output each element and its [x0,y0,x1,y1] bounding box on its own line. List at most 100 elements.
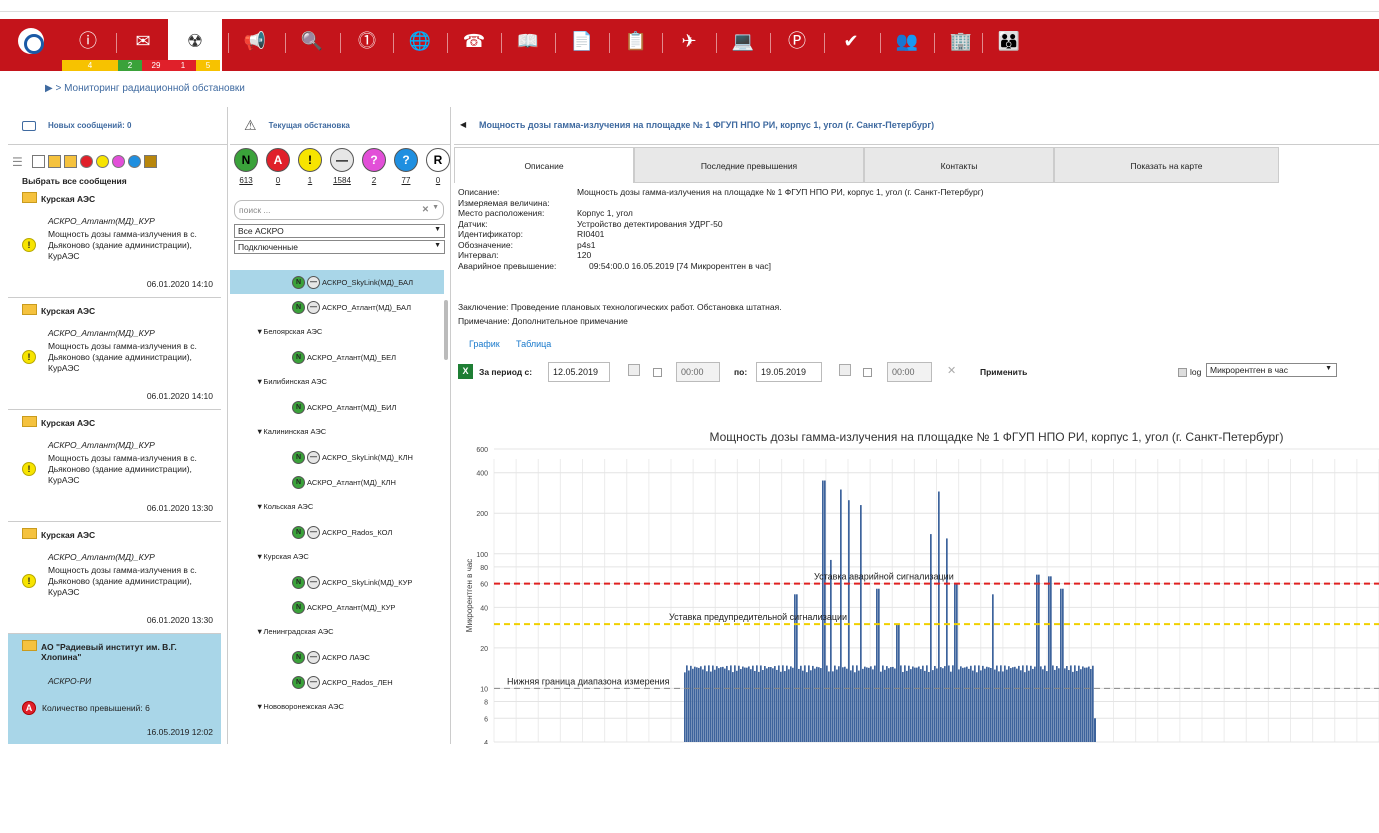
chart-search-icon[interactable]: 🔍 [298,19,326,71]
clear-period-icon[interactable]: ✕ [947,364,956,377]
graph-link[interactable]: График [469,339,500,349]
status-count[interactable]: 0 [426,176,450,185]
file-icon[interactable]: 📄 [568,19,596,71]
time-to-input[interactable]: 00:00 [887,362,932,382]
status-filter-icon[interactable]: A [266,148,290,172]
toolbar-separator [393,33,394,53]
tree-group[interactable]: ▼Курская АЭС [256,552,309,561]
askro-filter-select[interactable]: Все АСКРО ▼ [234,224,445,238]
notification-counter[interactable]: 2 [118,60,142,71]
alert-icon[interactable]: ⓵ [353,19,381,71]
tab-description[interactable]: Описание [454,147,634,183]
tree-node[interactable]: N — АСКРО ЛАЭС [230,645,444,669]
status-count[interactable]: 77 [394,176,418,185]
tree-node[interactable]: N — АСКРО_Rados_ЛЕН [230,670,444,694]
check-icon[interactable]: ✔ [837,19,865,71]
notification-counter[interactable]: 4 [62,60,118,71]
time-from-input[interactable]: 00:00 [676,362,720,382]
status-count[interactable]: 1 [298,176,322,185]
tree-group[interactable]: ▼Билибинская АЭС [256,377,327,386]
tree-node[interactable]: N АСКРО_Атлант(МД)_БИЛ [230,395,444,419]
message-item[interactable]: Курская АЭС АСКРО_Атлант(МД)_КУР! Мощность… [8,522,221,634]
status-filter-icon[interactable]: N [234,148,258,172]
chevron-down-icon[interactable]: ▼ [434,242,441,249]
tree-node[interactable]: N — АСКРО_SkyLink(МД)_КЛН [230,445,444,469]
clear-icon[interactable]: ✕ [422,204,429,215]
status-filter-icon[interactable]: — [330,148,354,172]
tree-group[interactable]: ▼Белоярская АЭС [256,327,322,336]
status-count[interactable]: 0 [266,176,290,185]
tree-group[interactable]: ▼Ленинградская АЭС [256,627,334,636]
search-input[interactable]: поиск ... ✕ ▼ [234,200,444,220]
megaphone-icon[interactable]: 📢 [241,19,269,71]
message-item[interactable]: АО "Радиевый институт им. В.Г. Хлопина" А… [8,634,221,744]
message-item[interactable]: Курская АЭС АСКРО_Атлант(МД)_КУР! Мощность… [8,298,221,410]
unit-select[interactable]: Микрорентген в час ▼ [1206,363,1337,377]
tree-node[interactable]: N — АСКРО_Атлант(МД)_БАЛ [230,295,444,319]
tree-group[interactable]: ▼Калининская АЭС [256,427,326,436]
tab-contacts[interactable]: Контакты [864,147,1054,183]
status-filter-icon[interactable]: ? [394,148,418,172]
calendar-icon[interactable] [628,364,640,376]
mail-filter-icon[interactable] [32,155,45,168]
tree-group[interactable]: ▼Нововоронежская АЭС [256,702,344,711]
tree-node[interactable]: N АСКРО_Атлант(МД)_КУР [230,595,444,619]
tree-node[interactable]: N — АСКРО_Rados_КОЛ [230,520,444,544]
archive-filter-icon[interactable] [144,155,157,168]
envelope-read-icon[interactable] [64,155,77,168]
laptop-icon[interactable]: 💻 [729,19,757,71]
rosatom-logo-icon[interactable] [18,28,44,54]
parking-icon[interactable]: Ⓟ [783,19,811,71]
apply-button[interactable]: Применить [980,367,1027,377]
book-icon[interactable]: 📖 [514,19,542,71]
tab-recent-exceedances[interactable]: Последние превышения [634,147,864,183]
date-from-input[interactable]: 12.05.2019 [548,362,610,382]
warning-filter-icon[interactable] [96,155,109,168]
status-count[interactable]: 1584 [330,176,354,185]
notification-counter[interactable]: 1 [170,60,196,71]
notification-counter[interactable]: 29 [142,60,170,71]
alarm-filter-icon[interactable] [80,155,93,168]
tree-node[interactable]: N АСКРО_Атлант(МД)_БЕЛ [230,345,444,369]
date-to-input[interactable]: 19.05.2019 [756,362,822,382]
status-filter-icon[interactable]: ! [298,148,322,172]
log-checkbox[interactable] [1178,368,1187,377]
tree-node[interactable]: N АСКРО_Атлант(МД)_КЛН [230,470,444,494]
unknown-filter-icon[interactable] [112,155,125,168]
select-all[interactable]: Выбрать все сообщения [22,176,127,186]
users-icon[interactable]: 👥 [893,19,921,71]
status-count[interactable]: 2 [362,176,386,185]
menu-icon[interactable]: ☰ [12,155,23,169]
team-icon[interactable]: 👪 [995,19,1023,71]
clipboard-icon[interactable]: 📋 [622,19,650,71]
tree-scrollbar[interactable] [444,300,448,360]
data-bar [960,666,962,742]
excel-export-icon[interactable]: X [458,364,473,379]
chevron-down-icon[interactable]: ▼ [1325,365,1332,372]
connection-filter-select[interactable]: Подключенные ▼ [234,240,445,254]
org-icon[interactable]: 🏢 [947,19,975,71]
message-item[interactable]: Курская АЭС АСКРО_Атлант(МД)_КУР! Мощность… [8,410,221,522]
status-filter-icon[interactable]: R [426,148,450,172]
time-from-checkbox[interactable] [653,368,662,377]
calendar-icon[interactable] [839,364,851,376]
tree-node[interactable]: N — АСКРО_SkyLink(МД)_БАЛ [230,270,444,294]
breadcrumb[interactable]: ▶ > Мониторинг радиационной обстановки [45,83,245,94]
time-to-checkbox[interactable] [863,368,872,377]
headset-icon[interactable]: ☎ [460,19,488,71]
notification-counter[interactable]: 5 [196,60,220,71]
chevron-down-icon[interactable]: ▼ [432,204,439,211]
tree-group[interactable]: ▼Кольская АЭС [256,502,313,511]
tree-node[interactable]: N — АСКРО_SkyLink(МД)_КУР [230,570,444,594]
status-filter-icon[interactable]: ? [362,148,386,172]
table-link[interactable]: Таблица [516,339,551,349]
tab-show-on-map[interactable]: Показать на карте [1054,147,1279,183]
message-item[interactable]: Курская АЭС АСКРО_Атлант(МД)_КУР! Мощность… [8,186,221,298]
chevron-left-icon[interactable]: ◀ [460,120,466,129]
envelope-open-icon[interactable] [48,155,61,168]
send-icon[interactable]: ✈ [675,19,703,71]
globe-icon[interactable]: 🌐 [406,19,434,71]
status-count[interactable]: 613 [234,176,258,185]
chevron-down-icon[interactable]: ▼ [434,226,441,233]
info-filter-icon[interactable] [128,155,141,168]
